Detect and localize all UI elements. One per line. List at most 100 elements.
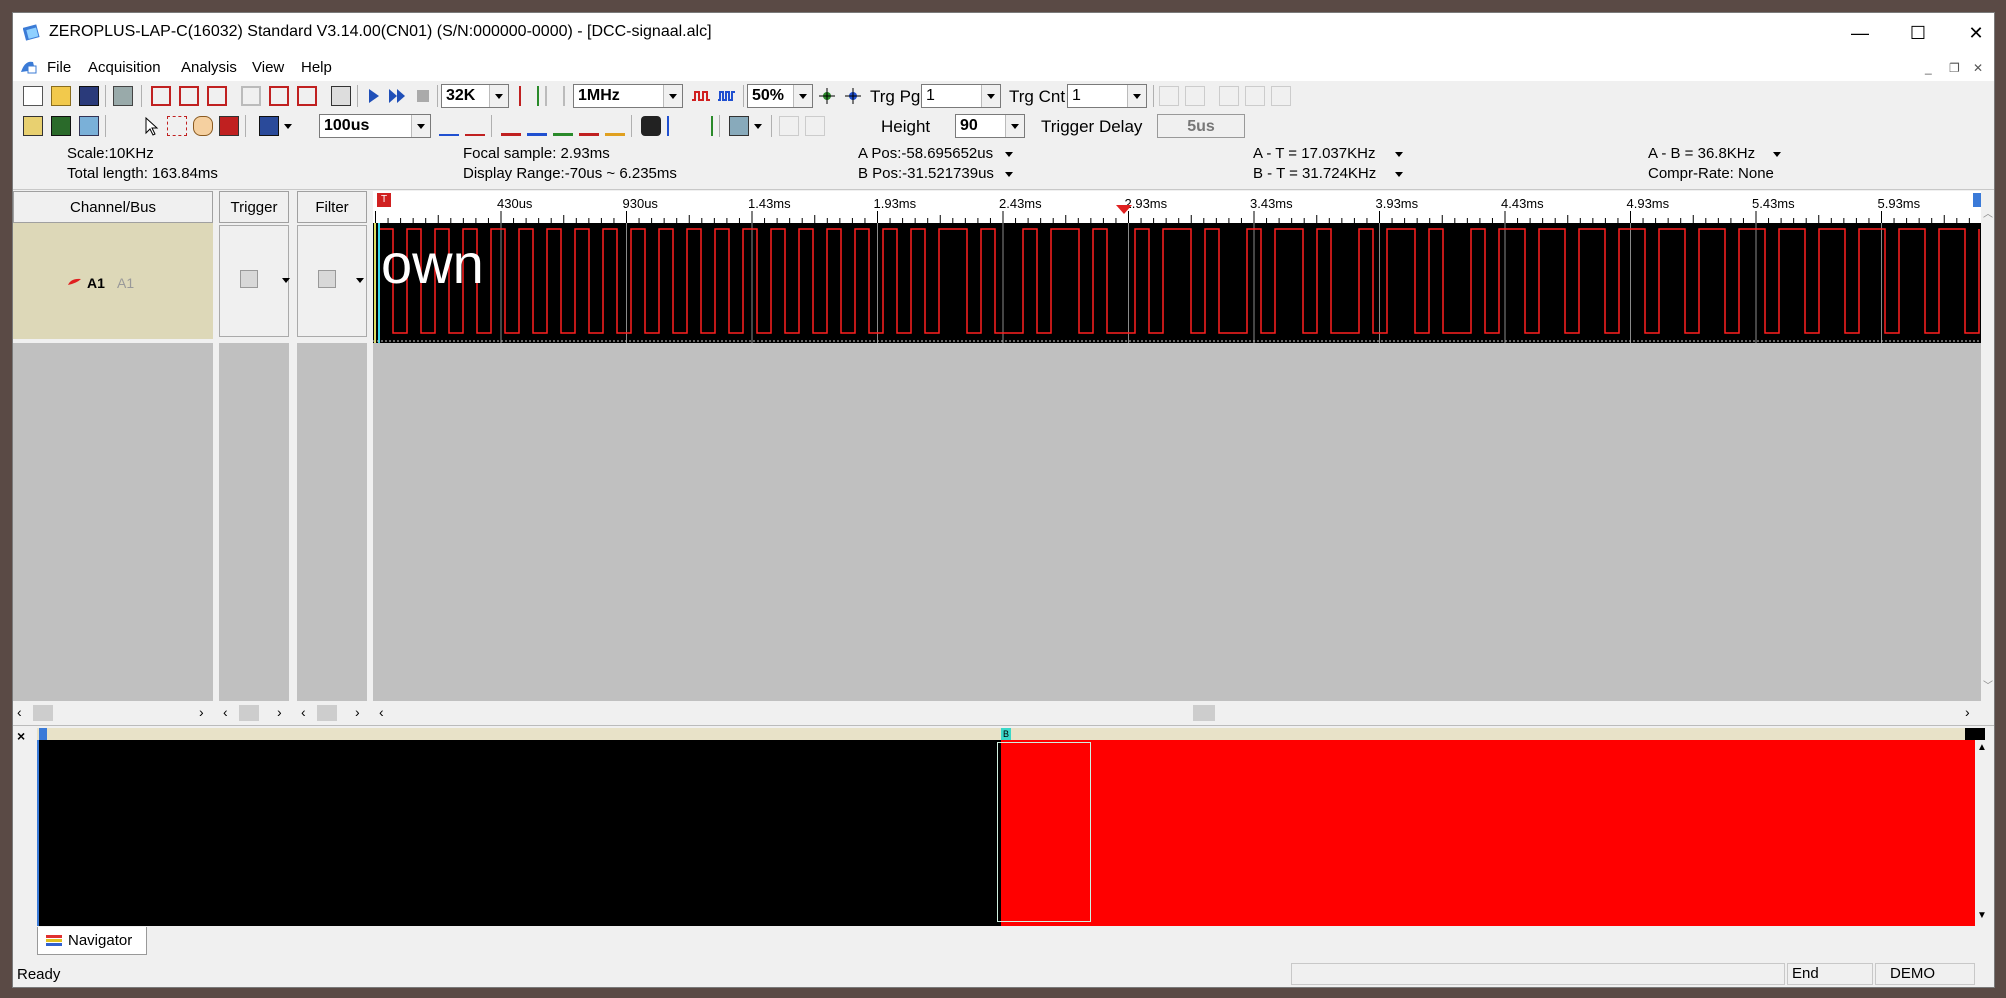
a-cursor-marker[interactable] <box>39 728 47 740</box>
scroll-down-icon[interactable]: ▼ <box>1977 910 1987 921</box>
trigger-cell[interactable] <box>219 225 290 337</box>
navigator-viewport[interactable] <box>997 742 1091 922</box>
minimize-button[interactable]: — <box>1831 13 1889 53</box>
chevron-down-icon[interactable] <box>356 278 364 283</box>
navigator-vscroll[interactable]: ▲ ▼ <box>1975 740 1989 926</box>
menu-file[interactable]: File <box>47 59 71 76</box>
scroll-thumb[interactable] <box>317 705 337 721</box>
navigator-overview[interactable]: ▲ ▼ <box>37 740 1989 926</box>
trigger-setup-icon[interactable] <box>297 86 317 106</box>
pulse-blue-icon[interactable] <box>717 86 737 106</box>
scroll-right-icon[interactable]: › <box>277 704 282 720</box>
trigger-delay-input[interactable]: 5us <box>1157 114 1245 138</box>
maximize-button[interactable]: ☐ <box>1889 13 1947 53</box>
mdi-close-icon[interactable]: ✕ <box>1973 61 1983 75</box>
pulse-red-icon[interactable] <box>691 86 711 106</box>
report-icon[interactable] <box>331 86 351 106</box>
scroll-up-icon[interactable]: ︿ <box>1983 205 1993 220</box>
chevron-down-icon[interactable] <box>1395 152 1403 157</box>
cursor-icon[interactable] <box>141 116 161 136</box>
stop-icon[interactable] <box>413 86 433 106</box>
run-repeat-icon[interactable] <box>387 86 407 106</box>
chevron-down-icon[interactable] <box>1005 152 1013 157</box>
filter-hscroll[interactable]: ‹ › <box>297 701 367 725</box>
trigger-marker[interactable]: T <box>377 193 391 207</box>
new-file-icon[interactable] <box>23 86 43 106</box>
scroll-right-icon[interactable]: › <box>199 704 204 720</box>
scroll-thumb[interactable] <box>239 705 259 721</box>
trigger-dontcare-icon[interactable] <box>240 270 258 288</box>
grid-icon[interactable] <box>259 116 279 136</box>
chip-icon[interactable] <box>51 116 71 136</box>
trigger-hscroll[interactable]: ‹ › <box>219 701 289 725</box>
mdi-restore-icon[interactable]: ❐ <box>1949 61 1960 75</box>
bar-plus-icon[interactable] <box>605 116 625 136</box>
channel-hscroll[interactable]: ‹ › <box>13 701 213 725</box>
binoculars-icon[interactable] <box>641 116 661 136</box>
menu-help[interactable]: Help <box>301 59 332 76</box>
zoom-out-icon[interactable] <box>843 86 863 106</box>
scroll-down-icon[interactable]: ﹀ <box>1983 677 1993 692</box>
scroll-left-icon[interactable]: ‹ <box>379 704 384 720</box>
height-select[interactable]: 90 <box>955 114 1025 138</box>
bar-tk-icon[interactable] <box>579 116 599 136</box>
hand-icon[interactable] <box>193 116 213 136</box>
time-ruler[interactable]: 430us 930us 1.43ms 1.93ms 2.43ms 2.93ms 3.43ms… <box>373 191 1985 223</box>
menu-analysis[interactable]: Analysis <box>181 59 237 76</box>
capture-icon[interactable] <box>151 86 171 106</box>
channel-bus-header[interactable]: Channel/Bus <box>13 191 213 223</box>
scroll-left-icon[interactable]: ‹ <box>17 704 22 720</box>
open-folder-icon[interactable] <box>51 86 71 106</box>
capture-settings-icon[interactable] <box>179 86 199 106</box>
run-icon[interactable] <box>363 86 383 106</box>
zoom-in-icon[interactable] <box>817 86 837 106</box>
bus-icon[interactable] <box>23 116 43 136</box>
navigator-tab[interactable]: Navigator <box>37 927 147 955</box>
waveform-a1[interactable]: own <box>373 223 1981 343</box>
calculator-icon[interactable] <box>219 116 239 136</box>
save-icon[interactable] <box>79 86 99 106</box>
print-icon[interactable] <box>113 86 133 106</box>
goto-b-icon[interactable] <box>465 116 485 136</box>
chevron-down-icon[interactable] <box>1773 152 1781 157</box>
filter-header[interactable]: Filter <box>297 191 367 223</box>
compress-icon[interactable] <box>519 86 539 106</box>
bar-a-icon[interactable] <box>527 116 547 136</box>
bar-b-icon[interactable] <box>553 116 573 136</box>
focal-marker-icon[interactable] <box>1116 205 1132 215</box>
capture-filter-icon[interactable] <box>207 86 227 106</box>
bar-t-icon[interactable] <box>501 116 521 136</box>
menu-view[interactable]: View <box>252 59 284 76</box>
b-marker[interactable]: B <box>1001 728 1011 740</box>
scroll-right-icon[interactable]: › <box>1965 704 1970 720</box>
scroll-right-icon[interactable]: › <box>355 704 360 720</box>
trg-cnt-select[interactable]: 1 <box>1067 84 1147 108</box>
chevron-down-icon[interactable] <box>1395 172 1403 177</box>
trigger-header[interactable]: Trigger <box>219 191 289 223</box>
channel-row-a1[interactable]: A1 A1 <box>13 223 213 339</box>
scroll-left-icon[interactable]: ‹ <box>223 704 228 720</box>
trigger-edit-icon[interactable] <box>269 86 289 106</box>
select-region-icon[interactable] <box>167 116 187 136</box>
goto-a-icon[interactable] <box>439 116 459 136</box>
chevron-down-icon[interactable] <box>1005 172 1013 177</box>
close-button[interactable]: ✕ <box>1947 13 1994 53</box>
chevron-down-icon[interactable] <box>281 116 295 136</box>
trg-pg-select[interactable]: 1 <box>921 84 1001 108</box>
layers-icon[interactable] <box>79 116 99 136</box>
scroll-up-icon[interactable]: ▲ <box>1977 742 1987 753</box>
memory-depth-select[interactable]: 32K <box>441 84 509 108</box>
navigator-close-icon[interactable]: × <box>17 728 25 744</box>
display-icon[interactable] <box>729 116 749 136</box>
document-icon[interactable] <box>19 58 39 76</box>
scroll-thumb[interactable] <box>33 705 53 721</box>
waveform-hscroll[interactable]: ‹ › <box>373 701 1981 725</box>
search-next-icon[interactable] <box>693 116 713 136</box>
chevron-down-icon[interactable] <box>282 278 290 283</box>
time-div-select[interactable]: 100us <box>319 114 431 138</box>
menu-acquisition[interactable]: Acquisition <box>88 59 161 76</box>
filter-cell[interactable] <box>297 225 367 337</box>
scroll-left-icon[interactable]: ‹ <box>301 704 306 720</box>
mdi-minimize-icon[interactable]: _ <box>1925 61 1932 75</box>
sample-rate-select[interactable]: 1MHz <box>573 84 683 108</box>
